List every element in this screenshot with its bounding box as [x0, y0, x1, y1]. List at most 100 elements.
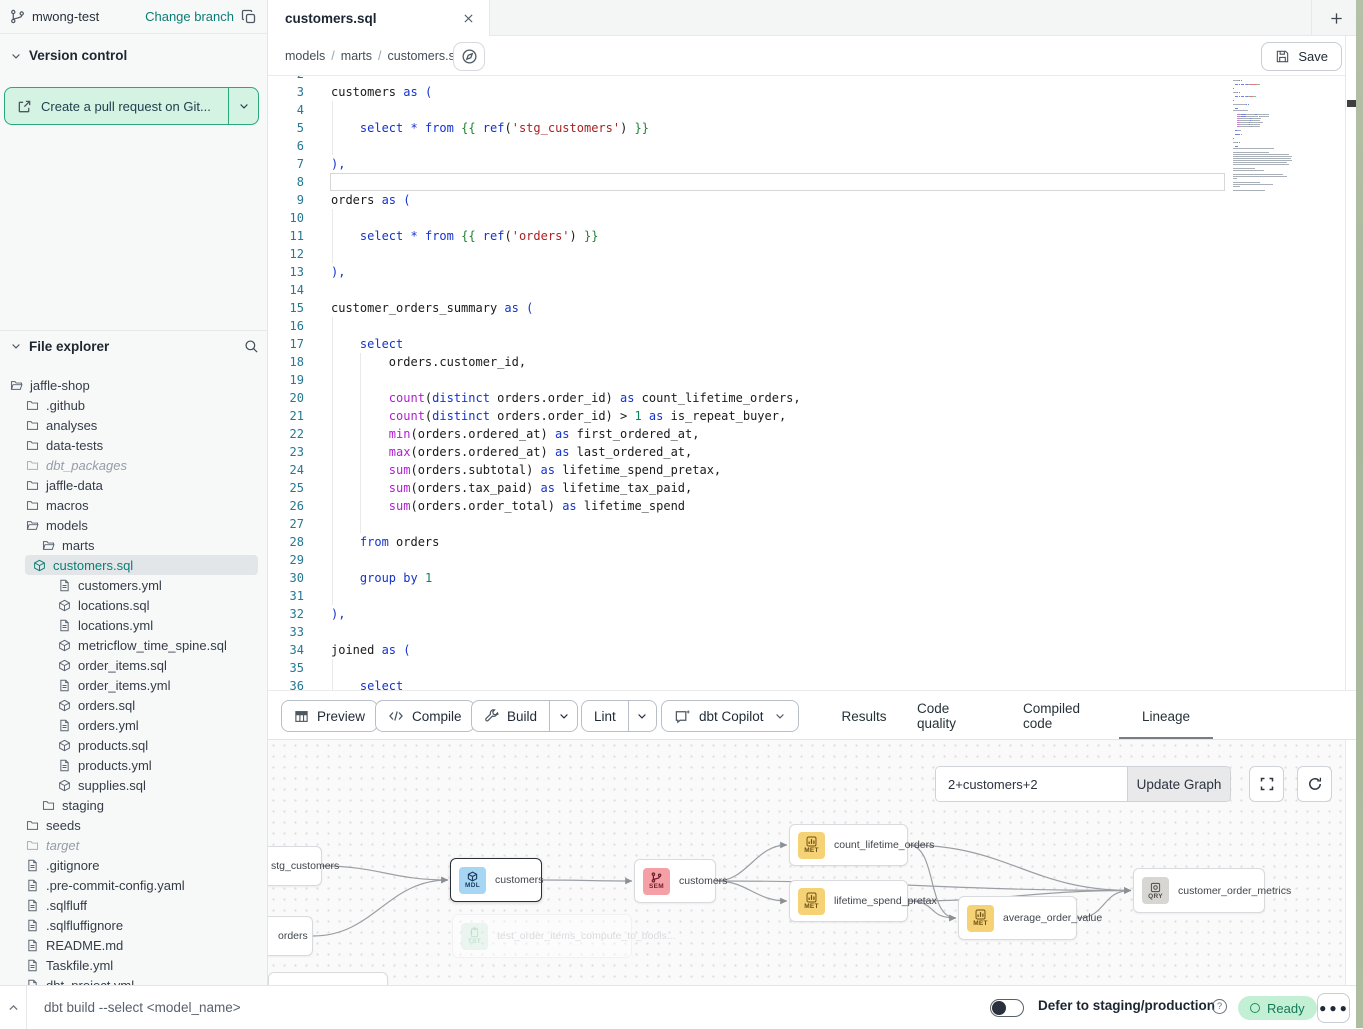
tab-compiled-code[interactable]: Compiled code — [1023, 691, 1111, 741]
file-tree-item--github[interactable]: .github — [0, 395, 267, 415]
file-tree-item-macros[interactable]: macros — [0, 495, 267, 515]
save-button[interactable]: Save — [1261, 42, 1342, 71]
update-graph-button[interactable]: Update Graph — [1127, 767, 1230, 801]
preview-button[interactable]: Preview — [281, 700, 378, 732]
lineage-node-average-order-value[interactable]: METaverage_order_value — [958, 896, 1077, 940]
file-tree-item--gitignore[interactable]: .gitignore — [0, 855, 267, 875]
lineage-node-stg-customers[interactable]: stg_customers — [268, 846, 322, 886]
search-icon[interactable] — [244, 339, 259, 354]
code-line-10[interactable]: 10 — [268, 209, 1345, 227]
pr-dropdown-chevron[interactable] — [228, 88, 258, 124]
code-line-25[interactable]: 25 sum(orders.tax_paid) as lifetime_tax_… — [268, 479, 1345, 497]
code-line-36[interactable]: 36 select — [268, 677, 1345, 690]
code-line-12[interactable]: 12 — [268, 245, 1345, 263]
code-line-31[interactable]: 31 — [268, 587, 1345, 605]
lineage-node-customers[interactable]: SEMcustomers — [634, 859, 716, 903]
code-line-35[interactable]: 35 — [268, 659, 1345, 677]
breadcrumb-part[interactable]: marts — [341, 49, 372, 63]
file-tree-item-products-sql[interactable]: products.sql — [0, 735, 267, 755]
file-tree-item-metricflow-time-spine-sql[interactable]: metricflow_time_spine.sql — [0, 635, 267, 655]
scrollbar[interactable] — [1345, 36, 1356, 985]
create-pull-request-button[interactable]: Create a pull request on Git... — [4, 87, 259, 125]
scrollbar-thumb[interactable] — [1347, 100, 1356, 107]
code-line-34[interactable]: 34joined as ( — [268, 641, 1345, 659]
code-line-3[interactable]: 3customers as ( — [268, 83, 1345, 101]
code-line-22[interactable]: 22 min(orders.ordered_at) as first_order… — [268, 425, 1345, 443]
code-line-30[interactable]: 30 group by 1 — [268, 569, 1345, 587]
file-tree-item-dbt-packages[interactable]: dbt_packages — [0, 455, 267, 475]
code-line-20[interactable]: 20 count(distinct orders.order_id) as co… — [268, 389, 1345, 407]
code-line-24[interactable]: 24 sum(orders.subtotal) as lifetime_spen… — [268, 461, 1345, 479]
help-icon[interactable]: ? — [1212, 999, 1227, 1014]
code-line-15[interactable]: 15customer_orders_summary as ( — [268, 299, 1345, 317]
file-tree-item-customers-yml[interactable]: customers.yml — [0, 575, 267, 595]
code-line-7[interactable]: 7), — [268, 155, 1345, 173]
code-line-5[interactable]: 5 select * from {{ ref('stg_customers') … — [268, 119, 1345, 137]
more-options-button[interactable]: ● ● ● — [1317, 993, 1350, 1023]
code-line-32[interactable]: 32), — [268, 605, 1345, 623]
file-tree-item-locations-yml[interactable]: locations.yml — [0, 615, 267, 635]
file-tree-item-data-tests[interactable]: data-tests — [0, 435, 267, 455]
code-line-27[interactable]: 27 — [268, 515, 1345, 533]
lint-button[interactable]: Lint — [581, 700, 657, 732]
code-line-11[interactable]: 11 select * from {{ ref('orders') }} — [268, 227, 1345, 245]
refresh-button[interactable] — [1297, 766, 1332, 802]
file-tree-item-marts[interactable]: marts — [0, 535, 267, 555]
file-tree-item-order-items-sql[interactable]: order_items.sql — [0, 655, 267, 675]
change-branch-link[interactable]: Change branch — [145, 9, 234, 24]
build-button[interactable]: Build — [471, 700, 578, 732]
defer-toggle[interactable] — [990, 999, 1024, 1017]
file-tree-item-orders-sql[interactable]: orders.sql — [0, 695, 267, 715]
file-tree-item-dbt-project-yml[interactable]: dbt_project.yml — [0, 975, 267, 985]
code-line-21[interactable]: 21 count(distinct orders.order_id) > 1 a… — [268, 407, 1345, 425]
lineage-node-test-order-items-compute-to-bools[interactable]: TSTtest_order_items_compute_to_bools... — [452, 914, 632, 958]
file-tree-item-locations-sql[interactable]: locations.sql — [0, 595, 267, 615]
fullscreen-button[interactable] — [1249, 766, 1284, 802]
file-tree-item-orders-yml[interactable]: orders.yml — [0, 715, 267, 735]
file-tree-item-products-yml[interactable]: products.yml — [0, 755, 267, 775]
code-line-4[interactable]: 4 — [268, 101, 1345, 119]
file-tree-item--sqlfluffignore[interactable]: .sqlfluffignore — [0, 915, 267, 935]
code-line-9[interactable]: 9orders as ( — [268, 191, 1345, 209]
code-line-33[interactable]: 33 — [268, 623, 1345, 641]
code-line-8[interactable]: 8 — [268, 173, 1345, 191]
lineage-node-customers[interactable]: MDLcustomers — [450, 858, 542, 902]
code-line-28[interactable]: 28 from orders — [268, 533, 1345, 551]
new-tab-button[interactable] — [1320, 3, 1352, 33]
file-tree-item-jaffle-shop[interactable]: jaffle-shop — [0, 375, 267, 395]
version-control-header[interactable]: Version control — [10, 48, 127, 63]
file-tree-item--pre-commit-config-yaml[interactable]: .pre-commit-config.yaml — [0, 875, 267, 895]
lineage-panel[interactable]: stg_customersorders MDLcustomers TSTtest_o… — [268, 740, 1345, 985]
code-line-13[interactable]: 13), — [268, 263, 1345, 281]
lineage-node-lifetime-spend-pretax[interactable]: METlifetime_spend_pretax — [789, 880, 908, 922]
code-line-18[interactable]: 18 orders.customer_id, — [268, 353, 1345, 371]
code-line-2[interactable]: 2 — [268, 76, 1345, 83]
lineage-selector-input[interactable] — [936, 767, 1127, 801]
dbt-copilot-button[interactable]: dbt Copilot — [661, 700, 799, 732]
split-dropdown-chevron[interactable] — [549, 701, 577, 731]
breadcrumb-part[interactable]: models — [285, 49, 325, 63]
file-tree-item-models[interactable]: models — [0, 515, 267, 535]
lineage-node-count-lifetime-orders[interactable]: METcount_lifetime_orders — [789, 824, 908, 866]
command-input[interactable] — [44, 986, 644, 1029]
code-line-23[interactable]: 23 max(orders.ordered_at) as last_ordere… — [268, 443, 1345, 461]
tab-code-quality[interactable]: Code quality — [917, 691, 991, 741]
code-line-6[interactable]: 6 — [268, 137, 1345, 155]
close-icon[interactable] — [462, 12, 475, 25]
code-line-16[interactable]: 16 — [268, 317, 1345, 335]
code-line-17[interactable]: 17 select — [268, 335, 1345, 353]
code-line-14[interactable]: 14 — [268, 281, 1345, 299]
code-editor[interactable]: 23customers as (45 select * from {{ ref(… — [268, 76, 1345, 690]
file-tree-item-readme-md[interactable]: README.md — [0, 935, 267, 955]
file-tree-item-target[interactable]: target — [0, 835, 267, 855]
minimap[interactable] — [1233, 78, 1312, 192]
code-line-29[interactable]: 29 — [268, 551, 1345, 569]
file-tree-item-order-items-yml[interactable]: order_items.yml — [0, 675, 267, 695]
tab-customers-sql[interactable]: customers.sql — [268, 0, 490, 36]
tab-results[interactable]: Results — [843, 691, 885, 741]
tab-lineage[interactable]: Lineage — [1143, 691, 1189, 741]
lineage-node-orders[interactable]: orders — [268, 916, 313, 956]
file-tree-item-analyses[interactable]: analyses — [0, 415, 267, 435]
file-tree-item-staging[interactable]: staging — [0, 795, 267, 815]
file-tree-item-customers-sql[interactable]: customers.sql — [25, 555, 258, 575]
